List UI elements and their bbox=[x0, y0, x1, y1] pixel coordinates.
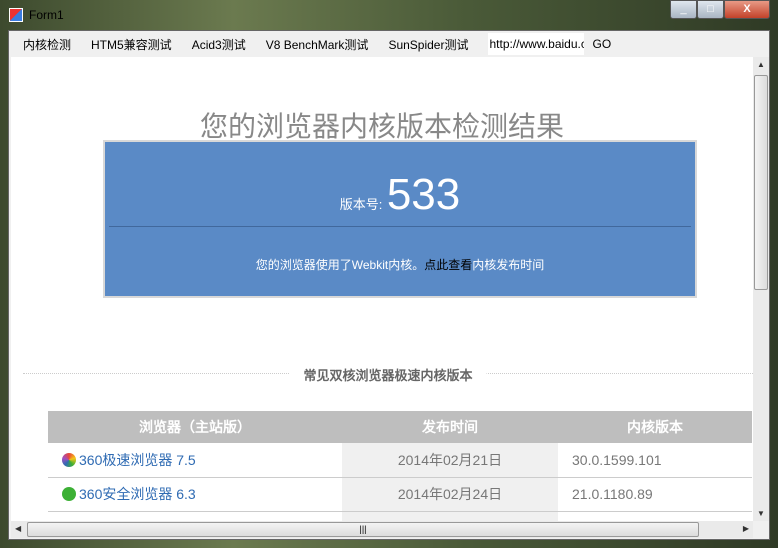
menu-acid3-test[interactable]: Acid3测试 bbox=[192, 36, 246, 53]
divider bbox=[109, 226, 691, 227]
browser-link[interactable]: 360极速浏览器 7.5 bbox=[79, 452, 196, 468]
maximize-button[interactable]: □ bbox=[697, 0, 724, 19]
version-number: 533 bbox=[386, 170, 461, 219]
table-row: 360安全浏览器 6.3 2014年02月24日 21.0.1180.89 bbox=[48, 477, 752, 512]
browser-table: 浏览器（主站版） 发布时间 内核版本 360极速浏览器 7.5 2014年02月21日… bbox=[48, 411, 752, 521]
title-bar: Form1 _ □ X bbox=[0, 0, 778, 30]
section-title: 常见双核浏览器极速内核版本 bbox=[289, 365, 487, 384]
version-label: 版本号: bbox=[339, 197, 383, 212]
toolbar: 内核检测 HTM5兼容测试 Acid3测试 V8 BenchMark测试 Sun… bbox=[9, 31, 769, 57]
360-safe-icon bbox=[62, 487, 76, 501]
horizontal-scrollbar[interactable]: ◀ ||| ▶ bbox=[11, 521, 753, 538]
url-input[interactable]: http://www.baidu.com bbox=[488, 33, 585, 55]
col-version: 内核版本 bbox=[558, 411, 752, 443]
window-title: Form1 bbox=[29, 8, 64, 22]
desc-text: 您的浏览器使用了Webkit内核。 bbox=[255, 258, 425, 272]
desc-suffix: 内核发布时间 bbox=[472, 258, 545, 272]
menu-sunspider-test[interactable]: SunSpider测试 bbox=[388, 36, 468, 53]
client-area: 内核检测 HTM5兼容测试 Acid3测试 V8 BenchMark测试 Sun… bbox=[8, 30, 770, 540]
table-row: 360极速浏览器 7.5 2014年02月21日 30.0.1599.101 bbox=[48, 443, 752, 478]
menu-html5-test[interactable]: HTM5兼容测试 bbox=[91, 36, 172, 53]
horizontal-scroll-thumb[interactable]: ||| bbox=[27, 522, 699, 537]
menu-v8-test[interactable]: V8 BenchMark测试 bbox=[266, 36, 369, 53]
page-title: 您的浏览器内核版本检测结果 bbox=[199, 111, 564, 142]
view-link[interactable]: 点此查看 bbox=[424, 258, 472, 272]
close-button[interactable]: X bbox=[724, 0, 770, 19]
version-cell: 21.0.1180.89 bbox=[558, 477, 752, 512]
date-cell: 2014年02月24日 bbox=[342, 477, 558, 512]
app-icon bbox=[9, 8, 23, 22]
table-row bbox=[48, 511, 752, 521]
minimize-button[interactable]: _ bbox=[670, 0, 697, 19]
web-view: 您的浏览器内核版本检测结果 版本号: 533 您的浏览器使用了Webkit内核。… bbox=[11, 57, 753, 521]
go-button[interactable]: GO bbox=[592, 37, 611, 51]
vertical-scrollbar[interactable]: ▲ ▼ bbox=[753, 57, 769, 521]
version-cell: 30.0.1599.101 bbox=[558, 443, 752, 478]
col-browser: 浏览器（主站版） bbox=[48, 411, 342, 443]
360-chrome-icon bbox=[62, 452, 76, 467]
date-cell: 2014年02月21日 bbox=[342, 443, 558, 478]
section-divider: 常见双核浏览器极速内核版本 bbox=[23, 365, 753, 384]
vertical-scroll-thumb[interactable] bbox=[754, 75, 768, 290]
col-date: 发布时间 bbox=[342, 411, 558, 443]
menu-kernel-test[interactable]: 内核检测 bbox=[23, 36, 71, 53]
result-box: 版本号: 533 您的浏览器使用了Webkit内核。点此查看内核发布时间 bbox=[103, 140, 697, 298]
browser-link[interactable]: 360安全浏览器 6.3 bbox=[79, 486, 196, 502]
